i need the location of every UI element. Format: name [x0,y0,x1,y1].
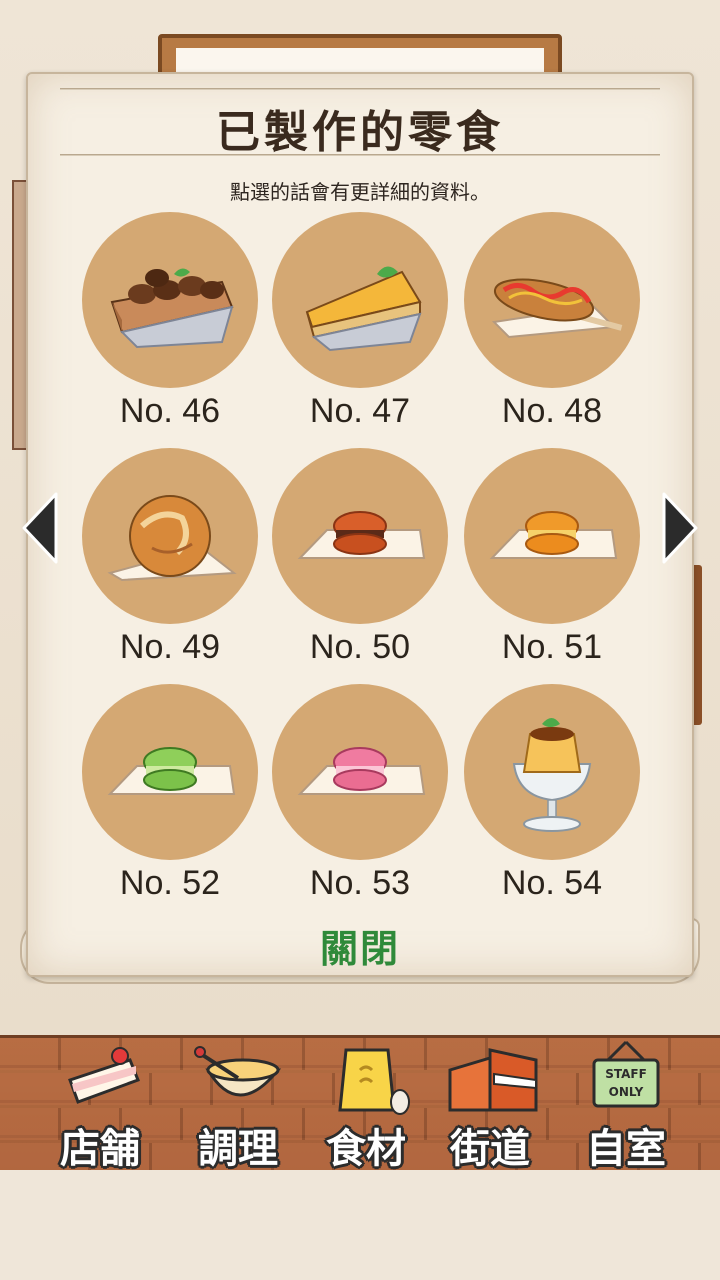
panel-title: 已製作的零食 [216,107,504,158]
nav-label: 店舗 [60,1125,140,1172]
pudding-icon [512,718,592,832]
panel-subtitle: 點選的話會有更詳細的資料。 [230,180,490,204]
svg-text:STAFF: STAFF [605,1067,647,1081]
snack-number-label: No. 50 [309,628,411,666]
snack-number-label: No. 52 [119,864,221,902]
snack-number-label: No. 48 [501,392,603,430]
nav-cook[interactable]: 調理 [168,1040,308,1172]
snack-item-53[interactable]: No. 53 [270,684,450,904]
pink-macaron-icon [297,747,426,795]
nav-ingredients[interactable]: 食材 [296,1040,436,1172]
nav-staff-room[interactable]: STAFF ONLY 自室 [556,1040,696,1172]
snack-item-54[interactable]: No. 54 [462,684,642,904]
snack-item-46[interactable]: No. 46 [80,212,260,432]
nav-label: 自室 [586,1125,666,1172]
close-button[interactable]: 關閉 [310,922,410,976]
snack-item-52[interactable]: No. 52 [80,684,260,904]
green-macaron-icon [107,747,236,795]
chocolate-tart-icon [110,268,234,349]
nav-label: 街道 [450,1125,530,1172]
snack-item-48[interactable]: No. 48 [462,212,642,432]
nav-label: 調理 [198,1125,278,1172]
cream-puff-icon [107,495,237,582]
snack-item-47[interactable]: No. 47 [270,212,450,432]
brown-macaron-icon [297,511,426,559]
snack-number-label: No. 53 [309,864,411,902]
snack-number-label: No. 54 [501,864,603,902]
corn-dog-icon [491,278,623,339]
snack-item-51[interactable]: No. 51 [462,448,642,668]
snack-number-label: No. 47 [309,392,411,430]
previous-page-arrow-icon[interactable] [20,490,60,566]
mixing-bowl-icon [194,1046,282,1097]
title-rule-top [60,88,660,90]
svg-text:ONLY: ONLY [609,1085,644,1099]
snack-number-label: No. 46 [119,392,221,430]
cake-icon [68,1047,140,1104]
nav-street[interactable]: 街道 [420,1040,560,1172]
snack-item-49[interactable]: No. 49 [80,448,260,668]
snack-number-label: No. 51 [501,628,603,666]
flour-bag-icon [338,1048,410,1115]
mango-tart-icon [305,266,422,352]
nav-shop[interactable]: 店舗 [30,1040,170,1172]
snack-number-label: No. 49 [119,628,221,666]
nav-label: 食材 [326,1125,406,1172]
orange-macaron-icon [489,511,618,559]
staff-only-sign-icon: STAFF ONLY [592,1040,660,1108]
next-page-arrow-icon[interactable] [660,490,700,566]
street-icon [448,1048,538,1112]
screen-bottom-area [0,1170,720,1280]
snack-item-50[interactable]: No. 50 [270,448,450,668]
